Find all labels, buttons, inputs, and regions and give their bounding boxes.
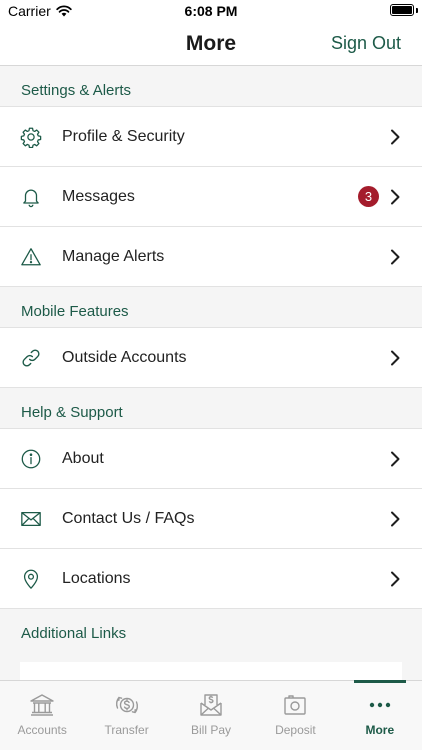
menu-item-label: Profile & Security [62,127,185,145]
tab-label: Bill Pay [191,723,232,737]
section-header-mobile-features: Mobile Features [0,287,422,328]
status-bar: Carrier 6:08 PM [0,0,422,24]
menu-item-label: Messages [62,187,135,205]
menu-item-label: Locations [62,569,131,587]
tab-transfer[interactable]: Transfer [84,681,168,750]
tab-deposit[interactable]: Deposit [253,681,337,750]
tab-label: Transfer [104,723,149,737]
menu-item-messages[interactable]: Messages 3 [0,167,422,227]
bank-icon [30,694,54,716]
section-header-help-support: Help & Support [0,388,422,429]
sign-out-button[interactable]: Sign Out [331,33,401,54]
tab-more[interactable]: More [338,680,422,750]
transfer-dollar-icon [115,696,138,714]
battery-icon [390,4,414,16]
menu-item-label: Outside Accounts [62,348,187,366]
menu-item-locations[interactable]: Locations [0,549,422,609]
unread-count-badge: 3 [358,186,379,207]
section-header-settings-alerts: Settings & Alerts [0,66,422,107]
menu-item-outside-accounts[interactable]: Outside Accounts [0,328,422,388]
tab-label: Accounts [17,723,67,737]
menu-item-contact-us-faqs[interactable]: Contact Us / FAQs [0,489,422,549]
tab-bill-pay[interactable]: Bill Pay [169,681,253,750]
menu-item-label: Contact Us / FAQs [62,509,195,527]
active-tab-indicator [353,680,407,683]
chevron-right-icon [370,350,400,366]
tab-accounts[interactable]: Accounts [0,681,84,750]
camera-deposit-icon [284,695,307,715]
navigation-bar: More Sign Out [0,24,422,66]
chevron-right-icon [370,249,400,265]
bill-pay-icon [200,694,222,716]
bell-icon [0,186,62,208]
gear-icon [0,126,62,148]
section-header-additional-links: Additional Links [21,625,127,642]
location-pin-icon [0,568,62,590]
chevron-right-icon [370,571,400,587]
envelope-icon [0,508,62,530]
tab-bar: Accounts Transfer Bill Pay Deposit More [0,680,422,750]
status-time: 6:08 PM [184,3,238,19]
tab-label: More [365,723,395,737]
menu-item-label: Manage Alerts [62,247,165,265]
chevron-right-icon [370,129,400,145]
more-menu-list[interactable]: Settings & Alerts Profile & Security Mes… [0,66,422,680]
info-icon [0,448,62,470]
more-dots-icon [369,702,391,708]
battery-tip [416,8,418,13]
menu-item-manage-alerts[interactable]: Manage Alerts [0,227,422,287]
menu-item-about[interactable]: About [0,429,422,489]
chevron-right-icon [390,189,400,205]
chevron-right-icon [370,451,400,467]
warning-icon [0,246,62,268]
menu-item-profile-security[interactable]: Profile & Security [0,107,422,167]
chevron-right-icon [370,511,400,527]
menu-item-label: About [62,449,104,467]
additional-links-card [20,662,402,680]
link-icon [0,347,62,369]
tab-label: Deposit [275,723,316,737]
